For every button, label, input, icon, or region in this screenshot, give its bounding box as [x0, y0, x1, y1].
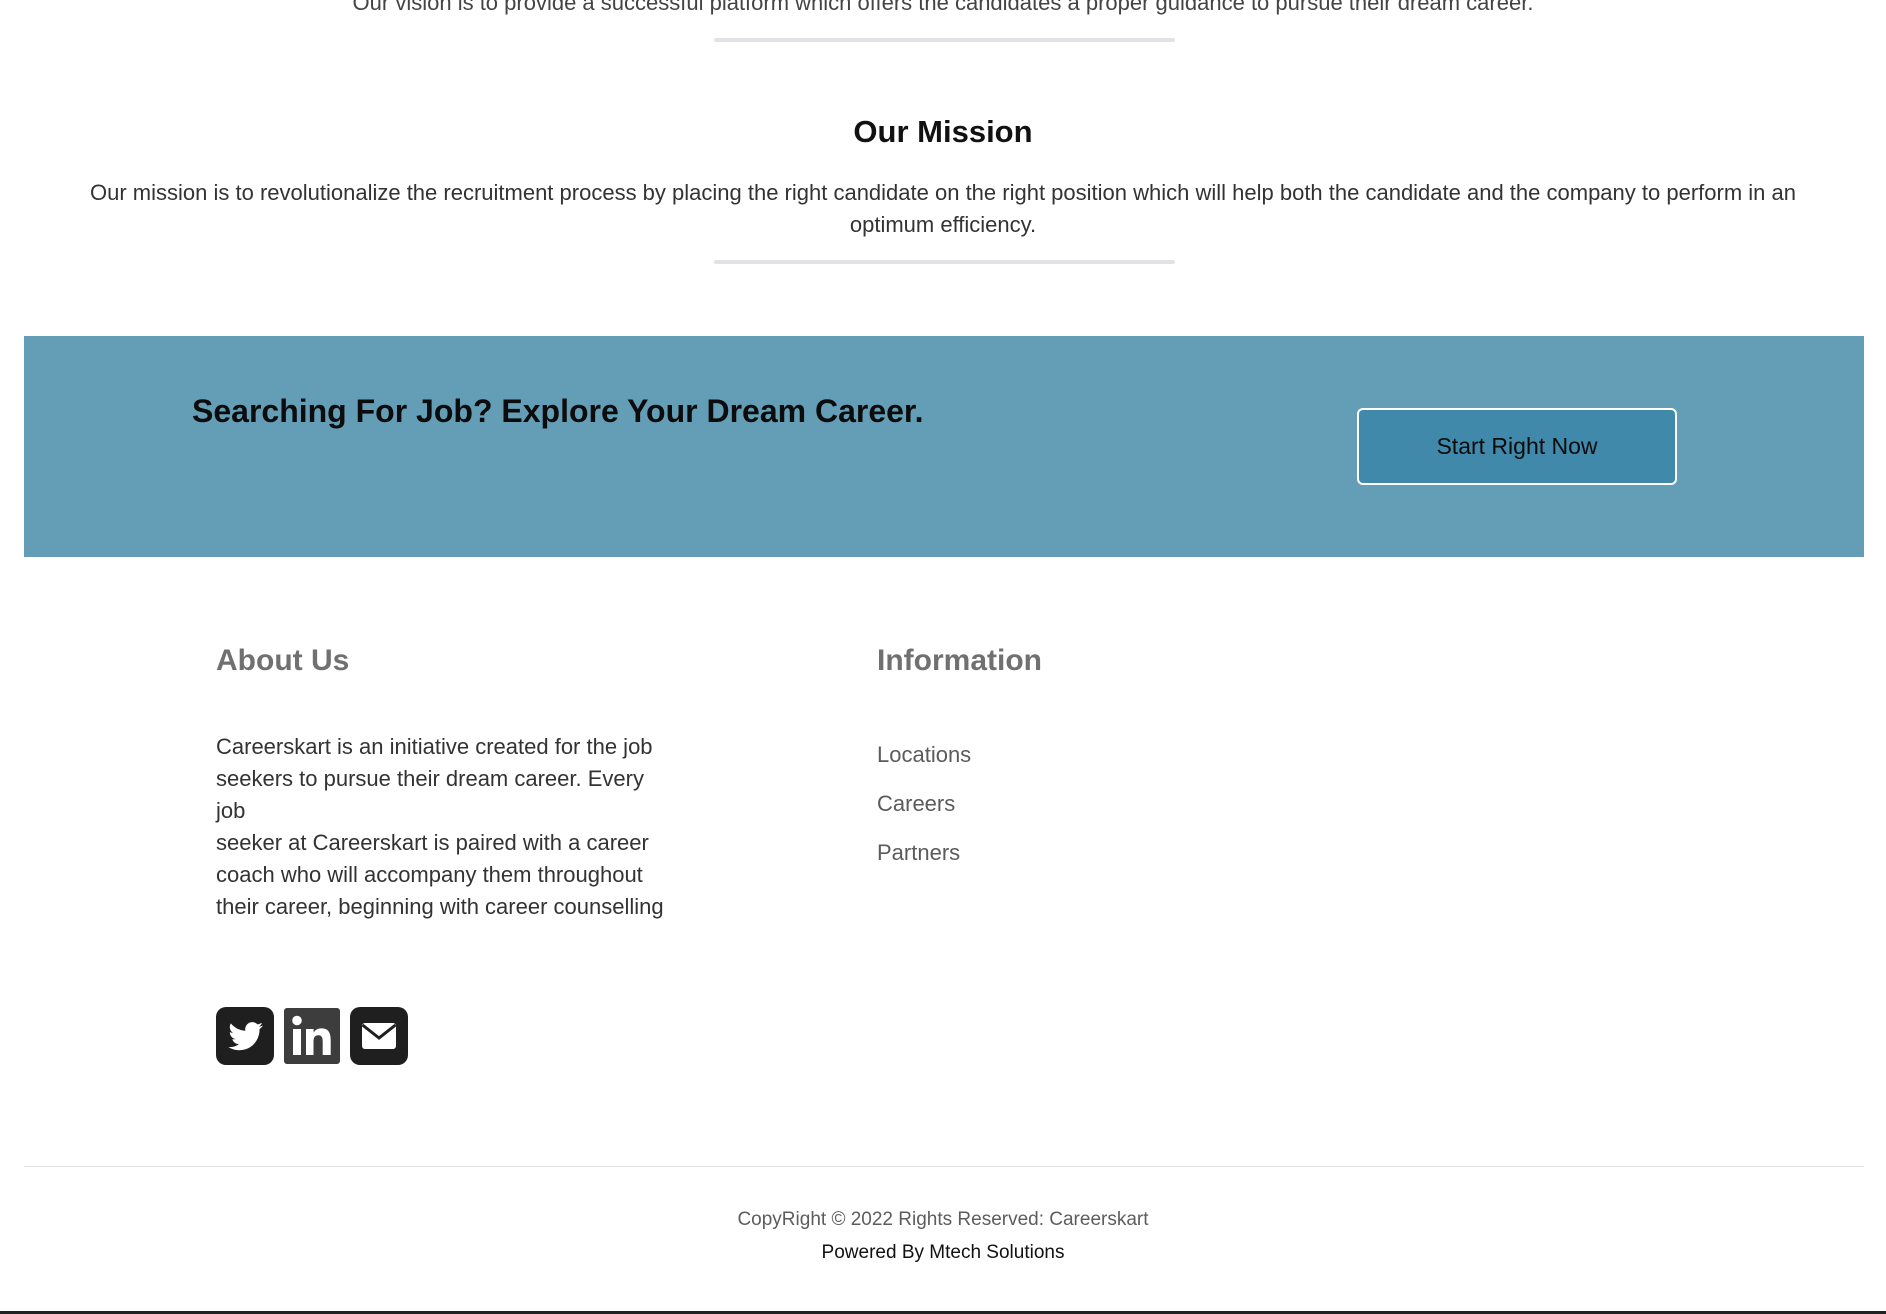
linkedin-icon[interactable] [284, 1008, 340, 1064]
partners-link[interactable]: Partners [877, 840, 960, 865]
mission-text: Our mission is to revolutionalize the re… [90, 180, 1796, 237]
careers-link[interactable]: Careers [877, 791, 955, 816]
locations-link[interactable]: Locations [877, 742, 971, 767]
mission-heading: Our Mission [853, 114, 1033, 149]
about-us-heading: About Us [216, 644, 350, 677]
footer-divider [24, 1166, 1864, 1167]
social-links [216, 1007, 408, 1065]
copyright-text: CopyRight © 2022 Rights Reserved: Career… [737, 1209, 1149, 1230]
list-item: Partners [877, 840, 971, 889]
page: Our vision is to provide a successful pl… [0, 0, 1886, 1314]
cta-banner: Searching For Job? Explore Your Dream Ca… [24, 336, 1864, 557]
twitter-icon[interactable] [216, 1007, 274, 1065]
section-divider [714, 38, 1175, 42]
list-item: Locations [877, 742, 971, 791]
email-icon[interactable] [350, 1007, 408, 1065]
start-right-now-button[interactable]: Start Right Now [1357, 408, 1677, 485]
powered-by-text: Powered By Mtech Solutions [821, 1242, 1065, 1263]
section-divider [714, 260, 1175, 264]
information-links: Locations Careers Partners [877, 742, 971, 889]
list-item: Careers [877, 791, 971, 840]
about-us-text: Careerskart is an initiative created for… [216, 734, 664, 919]
cta-title: Searching For Job? Explore Your Dream Ca… [192, 393, 924, 429]
vision-text: Our vision is to provide a successful pl… [352, 0, 1534, 15]
information-heading: Information [877, 644, 1042, 677]
